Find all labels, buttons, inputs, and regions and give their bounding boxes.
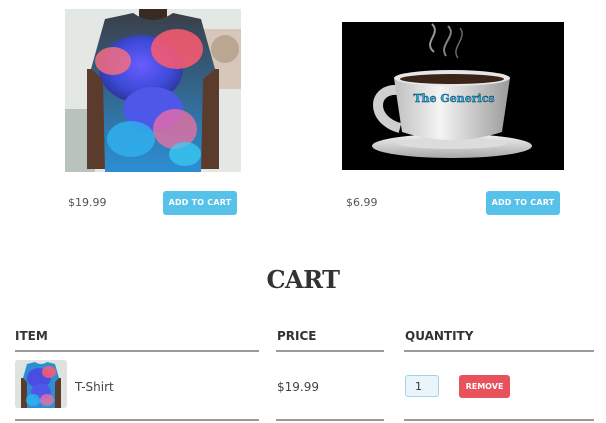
mug-brand-text: The Generics — [413, 92, 494, 105]
cart-divider — [15, 419, 259, 421]
cart-item-thumbnail — [15, 360, 67, 408]
tshirt-product-image — [65, 9, 241, 172]
product-price-mug: $6.99 — [346, 196, 378, 209]
mug-product-image: The Generics — [342, 22, 564, 170]
cart-divider — [404, 419, 594, 421]
cart-divider — [276, 419, 384, 421]
coffee-mug-icon: The Generics — [342, 22, 564, 170]
add-to-cart-button-tshirt[interactable]: ADD TO CART — [163, 191, 237, 215]
cart-header-price: PRICE — [277, 329, 317, 343]
cart-divider — [276, 350, 384, 352]
cart-header-item: ITEM — [15, 329, 48, 343]
remove-button[interactable]: REMOVE — [459, 375, 510, 398]
product-price-tshirt: $19.99 — [68, 196, 107, 209]
cart-divider — [15, 350, 259, 352]
quantity-input[interactable] — [405, 375, 439, 397]
cart-item-name: T-Shirt — [75, 380, 114, 394]
store-page: The Generics $19.99 ADD TO CART $6.99 AD… — [0, 0, 606, 423]
cart-item-price: $19.99 — [277, 380, 319, 394]
add-to-cart-button-mug[interactable]: ADD TO CART — [486, 191, 560, 215]
cart-divider — [404, 350, 594, 352]
cart-title: CART — [266, 265, 340, 294]
tshirt-icon — [65, 9, 241, 172]
tshirt-thumbnail-icon — [15, 360, 67, 408]
cart-header-quantity: QUANTITY — [405, 329, 474, 343]
